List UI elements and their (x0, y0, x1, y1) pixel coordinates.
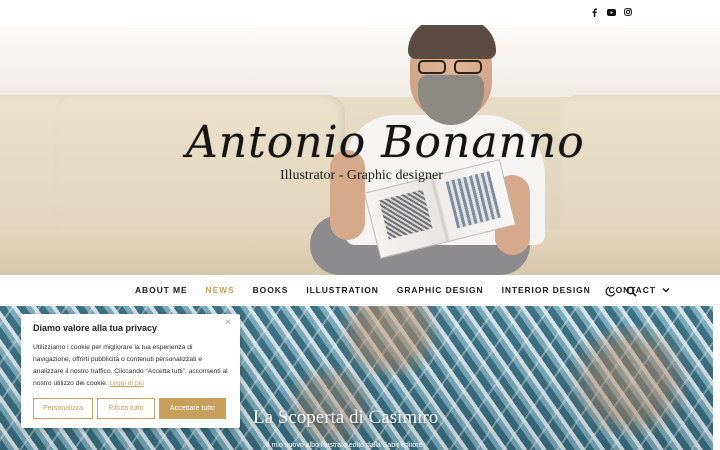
nav-item-news[interactable]: NEWS (206, 285, 235, 295)
page-scrollbar-track[interactable] (713, 306, 720, 450)
hero-wall (0, 25, 720, 97)
hero-person-hair (408, 25, 496, 59)
main-navigation: ABOUT ME NEWS BOOKS ILLUSTRATION GRAPHIC… (0, 275, 720, 305)
nav-item-about-me[interactable]: ABOUT ME (135, 285, 188, 295)
cookie-consent-banner: × Diamo valore alla tua privacy Utilizzi… (21, 314, 240, 428)
youtube-icon[interactable] (606, 7, 616, 17)
site-tagline: Illustrator - Graphic designer (280, 168, 443, 183)
cookie-accept-button[interactable]: Accettare tutto (159, 398, 226, 419)
site-title[interactable]: Antonio Bonanno (186, 117, 584, 168)
nav-item-interior-design[interactable]: INTERIOR DESIGN (502, 285, 591, 295)
chevron-down-icon (662, 288, 670, 293)
search-icon[interactable] (626, 284, 637, 297)
cookie-buttons: Personalizza Rifiuta tutto Accettare tut… (33, 398, 226, 419)
slide-subtitle: Il mio nuovo albo illustrato edito dalla… (266, 442, 423, 449)
nav-item-graphic-design[interactable]: GRAPHIC DESIGN (397, 285, 484, 295)
nav-item-books[interactable]: BOOKS (253, 285, 289, 295)
social-links (590, 7, 632, 17)
nav-item-illustration[interactable]: ILLUSTRATION (306, 285, 379, 295)
cookie-customize-button[interactable]: Personalizza (33, 398, 93, 419)
header-image: Antonio Bonanno Illustrator - Graphic de… (0, 25, 720, 275)
cookie-title: Diamo valore alla tua privacy (33, 323, 158, 333)
cookie-read-more-link[interactable]: Leggi di più (110, 380, 144, 387)
cookie-body: Utilizziamo i cookie per migliorare la t… (33, 342, 228, 390)
facebook-icon[interactable] (590, 7, 598, 17)
hero-person-glasses (418, 60, 486, 74)
instagram-icon[interactable] (624, 7, 632, 17)
dark-mode-moon-icon[interactable] (605, 284, 616, 297)
nav-icons (605, 284, 637, 297)
top-bar (0, 0, 720, 25)
cookie-reject-button[interactable]: Rifiuta tutto (97, 398, 155, 419)
slide-title[interactable]: La Scoperta di Casimiro (253, 407, 438, 429)
close-icon[interactable]: × (225, 318, 231, 328)
